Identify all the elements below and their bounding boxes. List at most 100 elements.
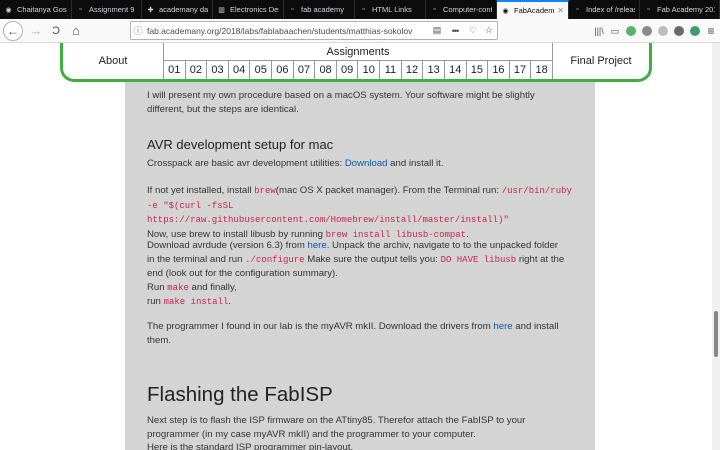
assignment-link-08[interactable]: 08 bbox=[315, 61, 337, 79]
library-icon[interactable]: |||\ bbox=[592, 22, 606, 40]
flash-line-3: Here is the standard ISP programmer pin-… bbox=[147, 442, 354, 450]
programmer-text-post: and install bbox=[512, 321, 559, 332]
intro-line-1: I will present my own procedure based on… bbox=[147, 90, 535, 101]
browser-tab[interactable]: ◉ Chaitanya Gosavi bbox=[0, 0, 72, 19]
extension-icon-5[interactable] bbox=[688, 22, 702, 40]
hamburger-menu-button[interactable]: ≡ bbox=[704, 22, 718, 40]
browser-tab[interactable]: ▫ Assignment 9 bbox=[72, 0, 142, 19]
url-text[interactable]: fab.academany.org/2018/labs/fablabaachen… bbox=[145, 26, 429, 36]
tab-label: fab academy bbox=[301, 5, 344, 14]
brew-command-1: /usr/bin/ruby bbox=[501, 186, 572, 196]
libusb-check-code: DO HAVE libusb bbox=[440, 254, 517, 265]
intro-paragraph: I will present my own procedure based on… bbox=[147, 89, 577, 116]
brew-text-mid: (mac OS X packet manager). From the Term… bbox=[275, 185, 502, 196]
programmer-drivers-link[interactable]: here bbox=[493, 321, 512, 332]
configure-text-post: right at the bbox=[516, 253, 565, 265]
extension-icon-3[interactable] bbox=[656, 22, 670, 40]
page-actions-button[interactable]: ••• bbox=[445, 26, 465, 36]
page-icon: ▫ bbox=[291, 6, 294, 13]
assignment-link-05[interactable]: 05 bbox=[250, 61, 273, 79]
back-button[interactable]: ← bbox=[3, 20, 23, 41]
brew-text: If not yet installed, install bbox=[147, 185, 255, 196]
extension-green-icon bbox=[626, 26, 636, 36]
extension-icon-2[interactable] bbox=[640, 22, 654, 40]
fab-icon: ◉ bbox=[5, 6, 12, 14]
brew-command-2: -e "$(curl -fsSL https://raw.githubuserc… bbox=[147, 200, 509, 226]
assignment-link-10[interactable]: 10 bbox=[358, 61, 381, 79]
book-icon: ▥ bbox=[218, 6, 225, 14]
reload-icon: C bbox=[52, 24, 60, 37]
scrollbar-thumb[interactable] bbox=[714, 311, 718, 357]
forward-button[interactable]: → bbox=[27, 22, 45, 40]
assignments-title: Assignments bbox=[164, 43, 552, 61]
assignment-link-16[interactable]: 16 bbox=[488, 61, 510, 79]
nav-final-project-link[interactable]: Final Project bbox=[553, 43, 649, 79]
browser-tab[interactable]: ▥ Electronics Des bbox=[213, 0, 284, 19]
browser-tab[interactable]: ▫ fab academy bbox=[284, 0, 355, 19]
libusb-text: Now, use brew to install libusb by runni… bbox=[147, 228, 326, 240]
assignment-link-11[interactable]: 11 bbox=[380, 61, 402, 79]
assignment-link-15[interactable]: 15 bbox=[467, 61, 489, 79]
assignment-link-03[interactable]: 03 bbox=[207, 61, 229, 79]
tab-label: Fab Academy 2018 bbox=[657, 5, 715, 14]
extension-icon-4[interactable] bbox=[672, 22, 686, 40]
browser-tab[interactable]: ◉ FabAcadem ✕ bbox=[497, 0, 569, 19]
nav-about-link[interactable]: About bbox=[63, 43, 163, 79]
assignment-link-12[interactable]: 12 bbox=[402, 61, 424, 79]
sidebar-icon[interactable]: ▭ bbox=[608, 22, 622, 40]
tab-label: Computer-controlle bbox=[443, 5, 492, 14]
page-scrollbar[interactable] bbox=[712, 43, 720, 450]
pocket-icon[interactable]: ♡ bbox=[465, 25, 481, 36]
reload-button[interactable]: C bbox=[47, 22, 65, 40]
assignment-link-04[interactable]: 04 bbox=[229, 61, 251, 79]
assignment-link-18[interactable]: 18 bbox=[531, 61, 552, 79]
libusb-code: brew install libusb-compat bbox=[325, 229, 467, 240]
crosspack-text-post: and install it. bbox=[387, 158, 444, 169]
avrdude-text: Download avrdude (version 6.3) from bbox=[147, 240, 308, 251]
tab-label: Index of /release bbox=[586, 5, 635, 14]
page-icon: ▫ bbox=[576, 6, 579, 13]
assignment-link-07[interactable]: 07 bbox=[294, 61, 316, 79]
avr-setup-heading: AVR development setup for mac bbox=[147, 137, 334, 152]
configure-code: ./configure bbox=[245, 254, 305, 265]
tab-label: academany dat bbox=[159, 5, 208, 14]
crosspack-text: Crosspack are basic avr development util… bbox=[147, 158, 345, 169]
home-button[interactable]: ⌂ bbox=[67, 22, 85, 40]
extension-teal-icon bbox=[690, 26, 700, 36]
avrdude-link[interactable]: here bbox=[308, 240, 327, 251]
page-viewport: I will present my own procedure based on… bbox=[0, 43, 720, 450]
browser-tab[interactable]: ▫ HTML Links bbox=[355, 0, 426, 19]
browser-tab[interactable]: ✚ academany dat bbox=[142, 0, 213, 19]
url-bar[interactable]: ⓘ fab.academany.org/2018/labs/fablabaach… bbox=[130, 21, 498, 40]
assignments-menu: Assignments 01 02 03 04 05 06 07 08 09 10 11 12 13 14… bbox=[163, 43, 553, 79]
extension-light-icon bbox=[658, 26, 668, 36]
avrdude-paragraph: Download avrdude (version 6.3) from here… bbox=[147, 239, 577, 310]
close-tab-icon[interactable]: ✕ bbox=[557, 6, 564, 15]
assignment-link-06[interactable]: 06 bbox=[272, 61, 294, 79]
browser-tab[interactable]: ▫ Fab Academy 2018 bbox=[640, 0, 720, 19]
flashing-paragraph: Next step is to flash the ISP firmware o… bbox=[147, 414, 577, 450]
run-text: Run bbox=[147, 281, 168, 293]
bookmark-star-icon[interactable]: ☆ bbox=[481, 25, 497, 36]
page-icon: ▫ bbox=[79, 6, 82, 13]
extension-icon-1[interactable] bbox=[624, 22, 638, 40]
assignment-link-02[interactable]: 02 bbox=[186, 61, 208, 79]
assignment-numbers: 01 02 03 04 05 06 07 08 09 10 11 12 13 14 15 16 17 18 bbox=[164, 61, 552, 79]
assignment-link-01[interactable]: 01 bbox=[164, 61, 186, 79]
assignment-link-14[interactable]: 14 bbox=[445, 61, 467, 79]
browser-tab[interactable]: ▫ Index of /release bbox=[569, 0, 640, 19]
browser-tab[interactable]: ▫ Computer-controlle bbox=[426, 0, 497, 19]
tab-label: Assignment 9 bbox=[89, 5, 135, 14]
assignment-link-09[interactable]: 09 bbox=[337, 61, 359, 79]
reader-view-icon[interactable]: ▤ bbox=[429, 25, 445, 36]
site-info-icon[interactable]: ⓘ bbox=[131, 24, 145, 37]
assignment-link-17[interactable]: 17 bbox=[510, 61, 532, 79]
crosspack-download-link[interactable]: Download bbox=[345, 158, 388, 169]
back-arrow-icon: ← bbox=[7, 23, 19, 38]
programmer-line-2: them. bbox=[147, 334, 171, 346]
brew-code: brew bbox=[254, 186, 276, 196]
tab-label: HTML Links bbox=[372, 5, 412, 14]
fab-icon: ◉ bbox=[502, 7, 509, 15]
extension-gray-icon bbox=[642, 26, 652, 36]
assignment-link-13[interactable]: 13 bbox=[423, 61, 445, 79]
